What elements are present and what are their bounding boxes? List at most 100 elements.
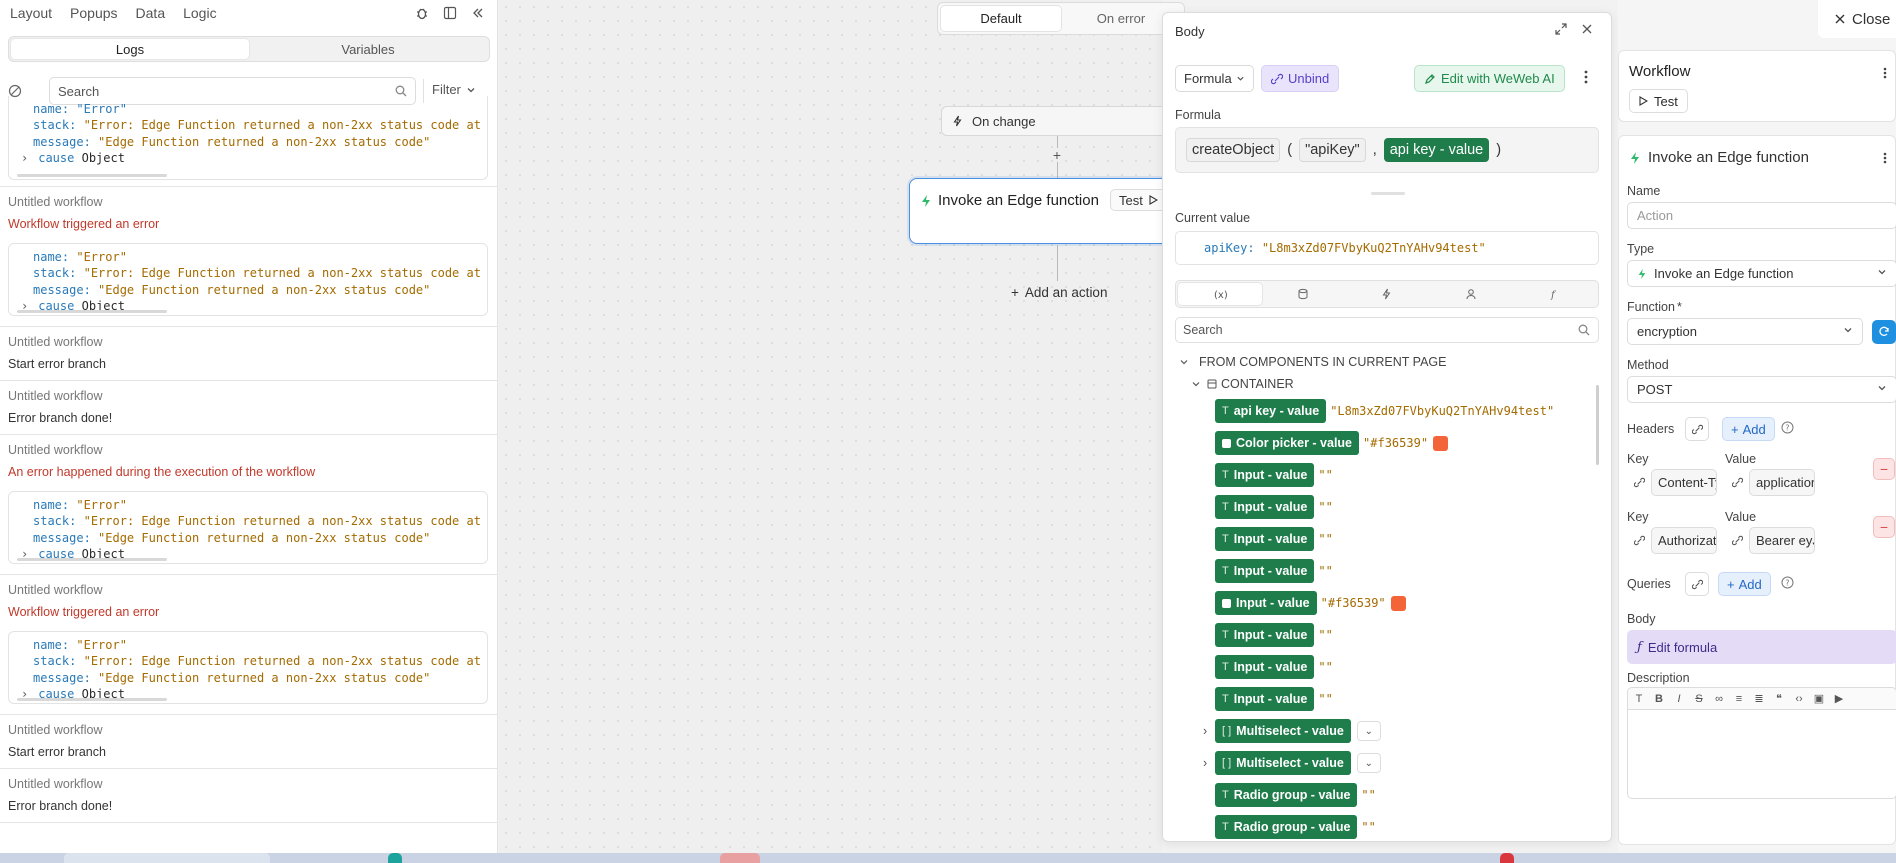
test-workflow-button[interactable]: Test [1629,89,1688,113]
log-entry[interactable]: Untitled workflow Error branch done! [0,381,497,435]
help-icon[interactable]: ? [1781,421,1794,434]
tab-default[interactable]: Default [941,6,1061,31]
bind-key-button[interactable] [1627,470,1651,494]
filter-button[interactable]: Filter [432,82,476,97]
header-key-input[interactable]: Authorizatic [1651,527,1717,554]
variables-tab-icon[interactable]: (x) [1178,283,1262,305]
code-icon[interactable]: ‹› [1792,693,1806,705]
remove-header-button[interactable]: − [1873,516,1895,538]
expand-icon[interactable] [1555,23,1567,35]
more-options-icon[interactable] [1584,70,1588,84]
variable-chip[interactable]: Tapi key - value [1215,399,1327,423]
variable-chip[interactable]: T Radio group - value [1215,815,1358,839]
variable-row[interactable]: Tapi key - value "L8m3xZd07FVbyKuQ2TnYAHv… [1215,399,1554,423]
variable-chip[interactable]: T Input - value [1215,495,1315,519]
variable-row[interactable]: T Radio group - value "" [1215,815,1376,839]
log-entry[interactable]: Untitled workflow Start error branch [0,327,497,381]
variable-chip[interactable]: T Input - value [1215,527,1315,551]
taskbar-app-icon[interactable] [720,853,760,863]
nav-logic[interactable]: Logic [183,5,216,21]
log-entry[interactable]: Untitled workflow Start error branch [0,715,497,769]
action-node[interactable]: Invoke an Edge function Test [909,178,1179,244]
collapse-panel-icon[interactable] [469,4,487,22]
test-action-button[interactable]: Test [1110,189,1167,211]
add-header-button[interactable]: + Add [1722,417,1775,441]
chevron-right-icon[interactable]: › [21,150,31,166]
formula-function-token[interactable]: createObject [1186,138,1281,162]
variable-chip[interactable]: T Input - value [1215,687,1315,711]
tree-section-components[interactable]: FROM COMPONENTS IN CURRENT PAGE [1179,355,1446,369]
horizontal-scrollbar[interactable] [17,174,167,177]
strikethrough-icon[interactable]: S [1692,693,1706,705]
variable-chip[interactable]: Input - value [1215,591,1317,615]
error-object[interactable]: name: "Error" stack: "Error: Edge Functi… [8,243,488,316]
variable-search-input[interactable]: Search [1175,317,1599,343]
close-icon[interactable] [1581,23,1593,35]
remove-header-button[interactable]: − [1873,458,1895,480]
variable-row[interactable]: T Input - value "" [1215,623,1333,647]
close-button[interactable]: Close [1818,0,1896,38]
tab-logs[interactable]: Logs [11,39,249,59]
function-select[interactable]: encryption [1627,318,1863,345]
numbered-list-icon[interactable]: ≣ [1752,692,1766,705]
help-icon[interactable]: ? [1781,576,1794,589]
panel-layout-icon[interactable] [441,4,459,22]
variable-chip[interactable]: [ ] Multiselect - value [1215,751,1351,775]
unbind-button[interactable]: Unbind [1261,65,1340,92]
tab-variables[interactable]: Variables [249,39,487,59]
add-query-button[interactable]: + Add [1718,572,1771,596]
variable-row[interactable]: › [ ] Multiselect - value ⌄ [1203,719,1381,743]
chevron-down-icon[interactable]: ⌄ [1356,753,1381,773]
variable-row[interactable]: T Input - value "" [1215,527,1333,551]
more-options-icon[interactable] [1883,152,1887,164]
variable-chip[interactable]: T Radio group - value [1215,783,1358,807]
horizontal-scrollbar[interactable] [17,698,167,701]
chevron-right-icon[interactable]: › [1203,756,1215,770]
method-select[interactable]: POST [1627,376,1896,403]
variable-chip[interactable]: T Input - value [1215,559,1315,583]
data-tab-icon[interactable] [1262,283,1346,305]
log-entry[interactable]: Untitled workflow Workflow triggered an e… [0,575,497,715]
quote-icon[interactable]: ❝ [1772,692,1786,705]
tree-node-container[interactable]: CONTAINER [1191,377,1294,391]
edit-formula-button[interactable]: ƒ Edit formula [1627,630,1896,664]
formula-variable-token[interactable]: api key - value [1383,138,1490,162]
workflow-tab-icon[interactable] [1345,283,1429,305]
more-options-icon[interactable] [1883,67,1887,79]
bind-queries-button[interactable] [1685,572,1709,596]
trigger-node[interactable]: On change [941,106,1171,136]
variable-row[interactable]: T Input - value "" [1215,687,1333,711]
log-entry[interactable]: Untitled workflow Error branch done! [0,769,497,823]
nav-layout[interactable]: Layout [10,5,52,21]
italic-icon[interactable]: I [1672,693,1686,705]
workflow-canvas[interactable]: Default On error On change + Invoke an E… [499,0,1185,853]
horizontal-scrollbar[interactable] [17,310,167,313]
log-entry[interactable]: Untitled workflow Workflow triggered an e… [0,187,497,327]
formula-string-token[interactable]: "apiKey" [1299,138,1366,162]
formulas-tab-icon[interactable]: f [1512,283,1596,305]
link-icon[interactable]: ∞ [1712,693,1726,705]
error-object[interactable]: name: "Error" stack: "Error: Edge Functi… [8,491,488,564]
refresh-button[interactable] [1872,320,1896,344]
video-icon[interactable]: ▶ [1832,692,1846,705]
user-tab-icon[interactable] [1429,283,1513,305]
variable-row[interactable]: T Input - value "" [1215,495,1333,519]
chevron-down-icon[interactable]: ⌄ [1356,721,1381,741]
bind-value-button[interactable] [1725,470,1749,494]
description-editor[interactable] [1627,709,1896,799]
add-action-button[interactable]: + Add an action [1011,285,1107,300]
variable-row[interactable]: Input - value "#f36539" [1215,591,1406,615]
type-select[interactable]: Invoke an Edge function [1627,260,1896,287]
variable-chip[interactable]: T Input - value [1215,655,1315,679]
horizontal-scrollbar[interactable] [17,558,167,561]
variable-chip[interactable]: [ ] Multiselect - value [1215,719,1351,743]
log-entry[interactable]: Untitled workflow An error happened durin… [0,435,497,575]
resize-handle[interactable] [1371,192,1405,195]
insert-step-button[interactable]: + [1050,148,1064,162]
header-key-input[interactable]: Content-Typ [1651,469,1717,496]
vertical-scrollbar[interactable] [1596,385,1599,465]
bold-icon[interactable]: B [1652,693,1666,705]
image-icon[interactable]: ▣ [1812,692,1826,705]
error-object[interactable]: name: "Error" stack: "Error: Edge Functi… [8,96,488,180]
edit-with-ai-button[interactable]: Edit with WeWeb AI [1414,65,1565,92]
